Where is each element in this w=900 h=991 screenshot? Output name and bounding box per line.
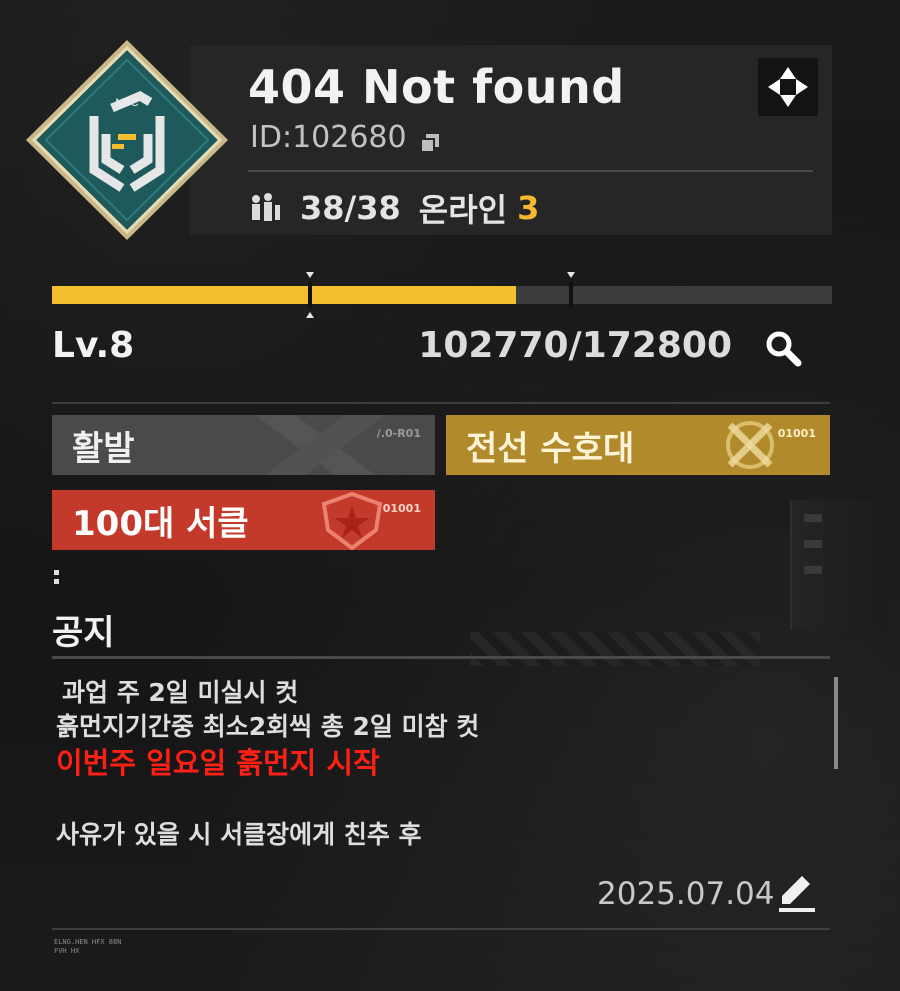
footer-line: ELNG.HEN HFX 88N	[54, 938, 122, 946]
background-machine	[790, 500, 890, 630]
notice-line: 흙먼지기간중 최소2회씩 총 2일 미참 컷	[56, 712, 480, 741]
notice-line: 사유가 있을 시 서클장에게 친추 후	[56, 820, 422, 849]
notice-line: 과업 주 2일 미실시 컷	[62, 678, 299, 707]
footer-line: FVH HX	[54, 947, 80, 955]
notice-title: 공지	[52, 613, 115, 653]
pencil-icon	[779, 876, 815, 912]
footer-code: ELNG.HEN HFX 88N FVH HX	[54, 938, 121, 956]
search-button[interactable]	[752, 318, 814, 378]
settings-button[interactable]	[758, 58, 818, 116]
circle-emblem: NBC	[22, 38, 232, 242]
notice-highlight-line: 이번주 일요일 흙먼지 시작	[56, 746, 380, 780]
notice-date: 2025.07.04	[597, 876, 775, 912]
divider	[52, 402, 830, 404]
xp-progress-bar	[52, 272, 832, 318]
members-count: 38/38	[300, 189, 401, 227]
tag-top100-circle[interactable]: 100대 서클 01001	[52, 490, 435, 550]
members-row: 38/38 온라인 3	[248, 185, 539, 231]
crosshair-diamond-icon	[768, 67, 808, 107]
id-label: ID:	[250, 120, 293, 155]
tag-frontline-guard[interactable]: 전선 수호대 01001	[446, 415, 830, 475]
id-value: 102680	[292, 120, 407, 155]
online-count: 3	[517, 189, 540, 227]
crossed-swords-icon	[726, 421, 774, 469]
milestone-marker	[566, 272, 576, 318]
divider	[52, 656, 830, 659]
notice-scrollbar[interactable]	[834, 677, 838, 769]
tag-frontline-guard-label: 전선 수호대	[466, 428, 635, 469]
header-divider	[248, 170, 813, 172]
circle-name: 404 Not found	[248, 60, 625, 114]
background-hazard-stripes	[470, 632, 760, 666]
circle-id-row: ID: 102680	[250, 120, 441, 155]
tag-decoration	[255, 415, 385, 475]
tag-frontline-guard-code: 01001	[777, 427, 816, 440]
emblem-text: NBC	[115, 97, 138, 109]
divider	[52, 928, 830, 930]
notice-content[interactable]: 과업 주 2일 미실시 컷 흙먼지기간중 최소2회씩 총 2일 미참 컷 이번주…	[56, 676, 816, 852]
xp-progress-fill	[52, 286, 517, 304]
edit-notice-button[interactable]	[776, 872, 818, 914]
milestone-marker	[305, 272, 315, 318]
tag-active-code: /.0-R01	[376, 427, 421, 440]
star-shield-icon	[321, 492, 383, 550]
magnifier-icon	[766, 331, 802, 367]
tag-active-label: 활발	[72, 428, 135, 469]
copy-icon[interactable]	[419, 127, 441, 153]
members-icon	[252, 193, 280, 221]
section-marker	[54, 570, 60, 584]
xp-value: 102770/172800	[418, 325, 732, 366]
tag-active[interactable]: 활발 /.0-R01	[52, 415, 435, 475]
tag-top100-circle-label: 100대 서클	[72, 503, 249, 544]
level-label: Lv.8	[52, 325, 135, 366]
online-label: 온라인	[418, 191, 508, 229]
tag-top100-circle-code: 01001	[382, 502, 421, 515]
